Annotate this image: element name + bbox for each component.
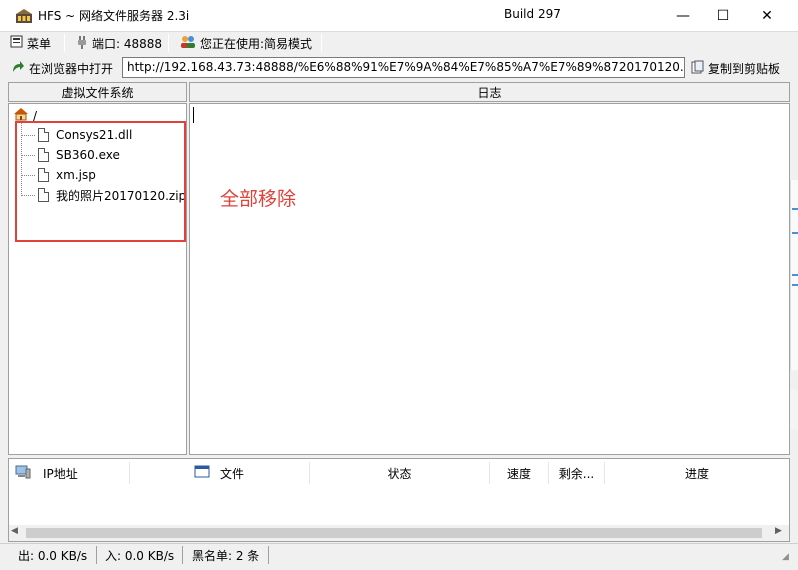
- scroll-right-icon[interactable]: ▶: [775, 526, 782, 536]
- hfs-logo-icon: [15, 8, 33, 24]
- resize-grip-icon[interactable]: ◢: [782, 552, 789, 562]
- status-separator: [268, 546, 269, 564]
- transfer-list-header: IP地址 文件 状态 速度 剩余... 进度: [9, 462, 789, 484]
- column-ip[interactable]: IP地址: [9, 462, 130, 484]
- computer-icon: [15, 465, 31, 482]
- text-caret: [193, 107, 194, 123]
- column-speed[interactable]: 速度: [490, 462, 549, 484]
- window-icon: [194, 465, 210, 481]
- users-icon: [180, 35, 196, 52]
- url-field[interactable]: http://192.168.43.73:48888/%E6%88%91%E7%…: [122, 57, 685, 78]
- log-header: 日志: [189, 82, 790, 102]
- mode-label: 您正在使用:简易模式: [200, 36, 313, 51]
- column-speed-label: 速度: [506, 466, 531, 481]
- copy-label: 复制到剪贴板: [708, 61, 781, 76]
- open-in-browser-button[interactable]: 在浏览器中打开: [11, 59, 113, 77]
- toolbar-separator: [321, 34, 322, 52]
- column-remaining-label: 剩余...: [558, 466, 595, 481]
- highlight-box: [15, 121, 186, 242]
- port-label: 端口: 48888: [92, 36, 163, 51]
- plug-icon: [76, 35, 88, 52]
- maximize-button[interactable]: ☐: [700, 0, 746, 31]
- build-label: Build 297: [504, 7, 561, 21]
- status-separator: [96, 546, 97, 564]
- log-pane[interactable]: [189, 103, 790, 455]
- column-file-label: 文件: [220, 466, 245, 481]
- close-button[interactable]: ✕: [744, 0, 790, 31]
- column-progress[interactable]: 进度: [605, 462, 789, 484]
- copy-to-clipboard-button[interactable]: 复制到剪贴板: [691, 59, 780, 77]
- menu-label: 菜单: [27, 36, 52, 51]
- clipboard-icon: [691, 60, 704, 77]
- column-remaining[interactable]: 剩余...: [549, 462, 605, 484]
- download-speed: 入: 0.0 KB/s: [105, 549, 175, 563]
- arrow-icon: [11, 60, 25, 77]
- toolbar-separator: [64, 34, 65, 52]
- scrollbar-thumb[interactable]: [26, 528, 762, 538]
- column-file[interactable]: 文件: [130, 462, 310, 484]
- port-button[interactable]: 端口: 48888: [76, 34, 162, 52]
- menu-icon: [10, 35, 23, 51]
- window-title: HFS ~ 网络文件服务器 2.3i: [38, 9, 190, 23]
- menu-button[interactable]: 菜单: [10, 34, 51, 52]
- background-window-edge: [790, 180, 798, 430]
- column-ip-label: IP地址: [43, 466, 78, 481]
- toolbar-separator: [168, 34, 169, 52]
- mode-button[interactable]: 您正在使用:简易模式: [180, 34, 312, 52]
- open-in-browser-label: 在浏览器中打开: [29, 61, 114, 76]
- status-separator: [182, 546, 183, 564]
- vfs-header: 虚拟文件系统: [8, 82, 187, 102]
- scroll-left-icon[interactable]: ◀: [11, 526, 18, 536]
- annotation-remove-all: 全部移除: [220, 188, 297, 210]
- column-status-label: 状态: [387, 466, 412, 481]
- upload-speed: 出: 0.0 KB/s: [18, 549, 88, 563]
- column-progress-label: 进度: [684, 466, 709, 481]
- column-status[interactable]: 状态: [310, 462, 490, 484]
- blacklist-count: 黑名单: 2 条: [192, 549, 260, 563]
